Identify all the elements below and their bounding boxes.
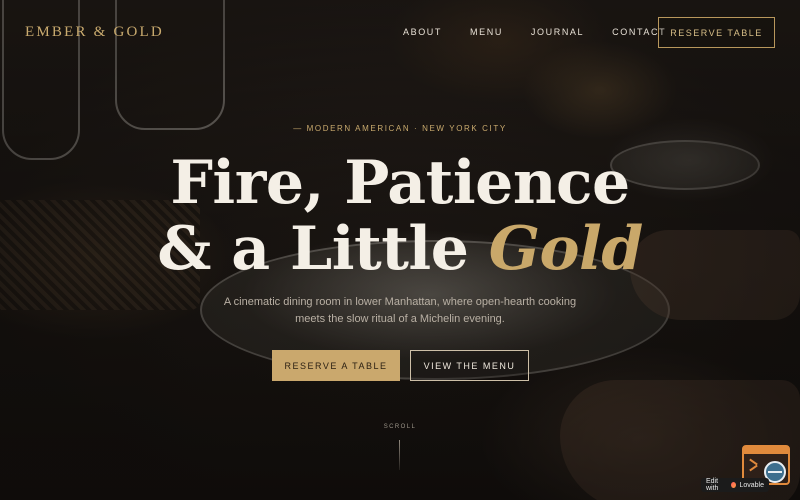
hero-eyebrow: — MODERN AMERICAN · NEW YORK CITY — [293, 124, 507, 133]
hero-headline: Fire, Patience & a Little Gold — [0, 150, 800, 282]
scroll-label: SCROLL — [383, 424, 417, 430]
edit-with-label: Edit with — [706, 478, 719, 492]
widget-titlebar — [744, 447, 788, 454]
nav-links: ABOUT MENU JOURNAL CONTACT — [403, 27, 666, 37]
hero-section: EMBER & GOLD ABOUT MENU JOURNAL CONTACT … — [0, 0, 800, 500]
reserve-a-table-button[interactable]: RESERVE A TABLE — [272, 350, 400, 381]
edit-with-badge[interactable]: Edit with Lovable — [701, 478, 769, 492]
lovable-heart-icon — [731, 482, 737, 488]
view-menu-button[interactable]: VIEW THE MENU — [410, 350, 529, 381]
headline-line-2-prefix: & a Little — [157, 214, 489, 284]
nav-link-journal[interactable]: JOURNAL — [531, 27, 584, 37]
reserve-table-button[interactable]: RESERVE TABLE — [658, 17, 775, 48]
hero-subtitle: A cinematic dining room in lower Manhatt… — [223, 296, 577, 325]
headline-line-1: Fire, Patience — [170, 148, 630, 218]
top-navigation: EMBER & GOLD ABOUT MENU JOURNAL CONTACT … — [0, 0, 800, 64]
nav-link-about[interactable]: ABOUT — [403, 27, 442, 37]
lovable-label: Lovable — [739, 481, 764, 489]
widget-chevron-bottom — [749, 464, 758, 472]
nav-link-menu[interactable]: MENU — [470, 27, 503, 37]
headline-accent: Gold — [488, 214, 644, 284]
scroll-indicator-line — [399, 440, 400, 470]
brand-logo[interactable]: EMBER & GOLD — [25, 24, 164, 41]
